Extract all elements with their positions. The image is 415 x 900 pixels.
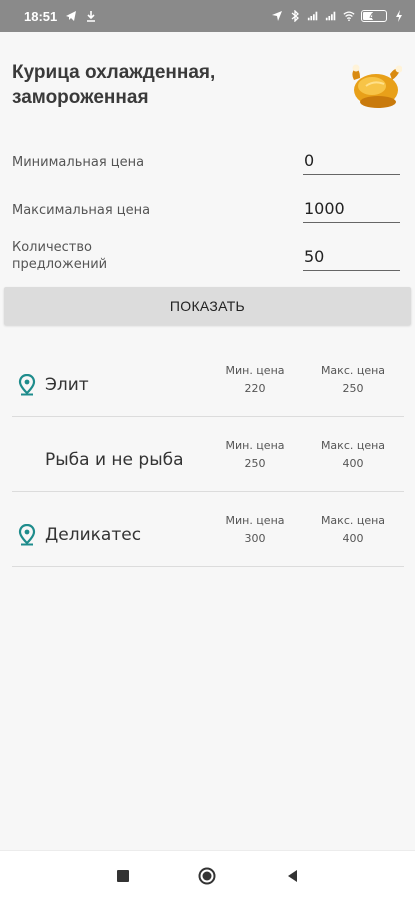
- location-pin-icon: [18, 373, 36, 396]
- shop-row[interactable]: Элит Мин. цена 220 Макс. цена 250: [12, 342, 404, 417]
- product-header: Курица охлажденная, замороженная: [12, 60, 403, 120]
- system-nav-bar: [0, 850, 415, 900]
- wifi-icon: [343, 10, 355, 22]
- min-price-caption: Мин. цена: [225, 439, 285, 452]
- max-price-value: 250: [342, 382, 364, 395]
- max-price-caption: Макс. цена: [320, 439, 386, 452]
- max-price-column: Макс. цена 400: [318, 512, 388, 548]
- shop-name: Деликатес: [45, 525, 142, 545]
- roast-chicken-icon: [346, 60, 403, 112]
- shop-row[interactable]: Деликатес Мин. цена 300 Макс. цена 400: [12, 492, 404, 567]
- max-price-input[interactable]: [303, 195, 400, 223]
- min-price-value: 300: [244, 532, 266, 545]
- min-price-label: Минимальная цена: [12, 155, 145, 170]
- max-price-caption: Макс. цена: [320, 514, 386, 527]
- shop-name: Элит: [45, 375, 89, 395]
- offers-count-input[interactable]: [303, 243, 400, 271]
- signal-icon-2: [325, 10, 337, 22]
- download-icon: [85, 10, 97, 22]
- min-price-caption: Мин. цена: [225, 364, 285, 377]
- battery-level: 40: [369, 11, 379, 21]
- charging-icon: [393, 10, 405, 22]
- product-title: Курица охлажденная, замороженная: [12, 62, 216, 108]
- status-time: 18:51: [24, 8, 58, 24]
- min-price-row: Минимальная цена: [12, 145, 400, 185]
- min-price-column: Мин. цена 220: [220, 362, 290, 398]
- location-arrow-icon: [271, 10, 283, 22]
- status-bar: 18:51 40: [0, 0, 415, 32]
- offers-count-row: Количество предложений: [12, 238, 400, 278]
- bluetooth-icon: [289, 10, 301, 22]
- telegram-icon: [65, 10, 77, 22]
- min-price-input[interactable]: [303, 147, 400, 175]
- max-price-caption: Макс. цена: [320, 364, 386, 377]
- show-button[interactable]: ПОКАЗАТЬ: [4, 287, 411, 325]
- shop-row[interactable]: Рыба и не рыба Мин. цена 250 Макс. цена …: [12, 417, 404, 492]
- max-price-column: Макс. цена 250: [318, 362, 388, 398]
- min-price-column: Мин. цена 250: [220, 437, 290, 473]
- battery-icon: 40: [361, 10, 387, 22]
- min-price-value: 250: [244, 457, 266, 470]
- max-price-label: Максимальная цена: [12, 203, 151, 218]
- max-price-value: 400: [342, 532, 364, 545]
- max-price-row: Максимальная цена: [12, 193, 400, 233]
- max-price-value: 400: [342, 457, 364, 470]
- square-recents-icon[interactable]: [114, 867, 132, 885]
- min-price-column: Мин. цена 300: [220, 512, 290, 548]
- signal-icon: [307, 10, 319, 22]
- offers-count-label: Количество предложений: [12, 240, 108, 272]
- circle-home-icon[interactable]: [198, 867, 216, 885]
- max-price-column: Макс. цена 400: [318, 437, 388, 473]
- triangle-back-icon[interactable]: [284, 867, 302, 885]
- min-price-caption: Мин. цена: [225, 514, 285, 527]
- min-price-value: 220: [244, 382, 266, 395]
- shop-name: Рыба и не рыба: [45, 450, 184, 470]
- location-pin-icon: [18, 523, 36, 546]
